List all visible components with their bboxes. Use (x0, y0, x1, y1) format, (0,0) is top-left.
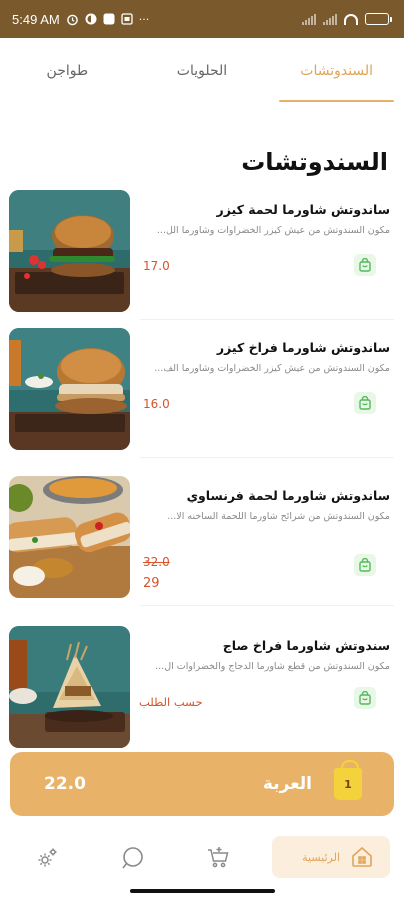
tab-casseroles[interactable]: طواجن (0, 38, 135, 104)
list-item[interactable]: سندوتش شاورما فراخ صاج مكون السندوتش من … (0, 626, 404, 756)
tab-sandwiches[interactable]: السندوتشات (269, 38, 404, 104)
product-description: مكون السندوتش من عيش كيزر الخضراوات وشاو… (154, 363, 390, 374)
settings-icon (38, 848, 57, 867)
product-description: مكون السندوتش من قطع شاورما الدجاج والخض… (155, 661, 390, 672)
cart-count-badge: 1 (344, 777, 352, 791)
home-indicator (130, 889, 275, 893)
list-item[interactable]: ساندوتش شاورما لحمة كيزر مكون السندوتش م… (0, 190, 404, 320)
product-old-price: 32.0 (143, 555, 170, 569)
home-icon (352, 846, 372, 867)
product-price-on-request: حسب الطلب (139, 695, 203, 709)
battery-icon (365, 13, 392, 25)
add-to-cart-button[interactable] (354, 554, 376, 576)
alarm-icon (66, 14, 78, 25)
cart-bar[interactable]: 22.0 العربة 1 (10, 752, 394, 816)
nav-search[interactable] (113, 838, 153, 878)
nav-settings[interactable] (27, 838, 67, 878)
product-image (9, 328, 130, 450)
nav-home-label: الرئيسية (302, 850, 340, 864)
product-image (9, 190, 130, 312)
product-price: 29 (143, 576, 160, 591)
app-icon (85, 13, 97, 25)
product-image (9, 626, 130, 748)
signal-icon (302, 13, 316, 25)
product-image (9, 476, 130, 598)
product-price: 16.0 (143, 397, 170, 411)
add-to-cart-icon (359, 691, 371, 705)
search-icon (122, 847, 143, 869)
bottom-nav: الرئيسية (0, 832, 404, 884)
cart-label: العربة (262, 774, 312, 794)
product-name: ساندوتش شاورما لحمة كيزر (216, 202, 390, 217)
list-item[interactable]: ساندوتش شاورما لحمة فرنساوي مكون السندوت… (0, 476, 404, 606)
product-name: ساندوتش شاورما لحمة فرنساوي (186, 488, 390, 503)
wifi-icon (344, 13, 358, 25)
add-to-cart-button[interactable] (354, 392, 376, 414)
add-to-cart-icon (359, 396, 371, 410)
product-name: سندوتش شاورما فراخ صاج (222, 638, 390, 653)
app-icon (103, 13, 115, 25)
status-time: 5:49 AM (12, 11, 60, 27)
more-icon: ··· (138, 12, 150, 26)
product-description: مكون السندوتش من عيش كيزر الخضراوات وشاو… (156, 225, 390, 236)
nav-cart[interactable] (198, 838, 238, 878)
add-to-cart-button[interactable] (354, 687, 376, 709)
product-name: ساندوتش شاورما فراخ كيزر (216, 340, 390, 355)
cart-total: 22.0 (44, 774, 86, 794)
category-tabs: السندوتشات الحلويات طواجن (0, 38, 404, 104)
shopping-bag-icon: 1 (334, 760, 362, 800)
tab-desserts[interactable]: الحلويات (135, 38, 270, 104)
section-title: السندوتشات (241, 148, 388, 176)
add-to-cart-icon (359, 258, 371, 272)
list-item[interactable]: ساندوتش شاورما فراخ كيزر مكون السندوتش م… (0, 328, 404, 458)
cart-icon (208, 847, 229, 868)
add-to-cart-button[interactable] (354, 254, 376, 276)
add-to-cart-icon (359, 558, 371, 572)
sim-icon (121, 13, 133, 25)
nav-home[interactable]: الرئيسية (272, 836, 390, 878)
signal-icon (323, 13, 337, 25)
product-description: مكون السندوتش من شرائح شاورما اللحمة الس… (167, 511, 390, 522)
status-bar: 5:49 AM ··· (0, 0, 404, 38)
product-price: 17.0 (143, 259, 170, 273)
